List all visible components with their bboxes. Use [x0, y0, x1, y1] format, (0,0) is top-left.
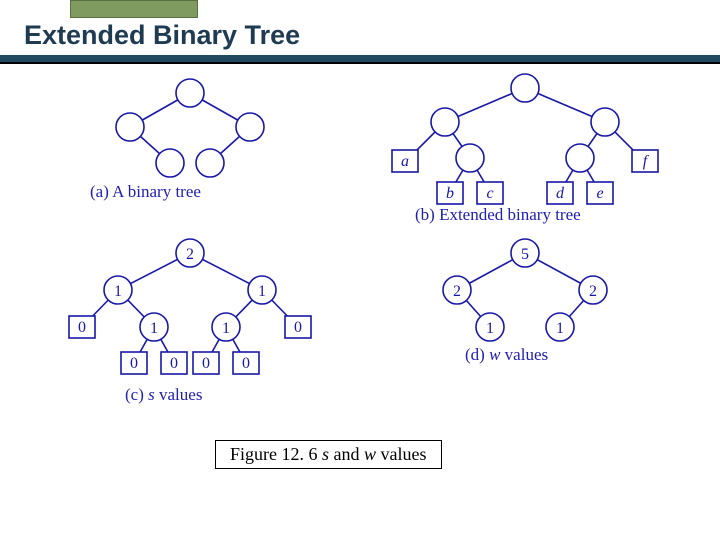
c-l1-1: 1 — [258, 283, 266, 300]
leaf-d: d — [556, 185, 565, 202]
d-l2-0: 1 — [486, 320, 494, 337]
c-l3-3: 0 — [242, 355, 250, 372]
content-area: (a) A binary tree — [0, 70, 720, 540]
header-accent-tab — [70, 0, 198, 18]
panel-b-caption: (b) Extended binary tree — [415, 205, 581, 225]
divider-thin — [0, 62, 720, 64]
d-l1-1: 2 — [589, 283, 597, 300]
d-l2-1: 1 — [556, 320, 564, 337]
divider-thick — [0, 55, 720, 62]
c-l3-0: 0 — [130, 355, 138, 372]
c-l3-2: 0 — [202, 355, 210, 372]
c-l1-0: 1 — [114, 283, 122, 300]
page-title: Extended Binary Tree — [24, 20, 300, 51]
c-l2-0: 0 — [78, 319, 86, 336]
leaf-b: b — [446, 185, 454, 202]
d-l1-0: 2 — [453, 283, 461, 300]
c-l2-3: 0 — [294, 319, 302, 336]
leaf-e: e — [596, 185, 603, 202]
c-l2-2: 1 — [222, 320, 230, 337]
panel-c-tree: 2 1 1 0 1 1 0 0 0 0 0 — [40, 235, 340, 410]
c-l2-1: 1 — [150, 320, 158, 337]
panel-b-tree: a b c d e f — [370, 70, 680, 210]
figure-caption: Figure 12. 6 s and w values — [215, 440, 442, 469]
panel-a-caption: (a) A binary tree — [90, 182, 201, 202]
c-l3-1: 0 — [170, 355, 178, 372]
d-root: 5 — [521, 246, 529, 263]
slide-header: Extended Binary Tree — [0, 0, 720, 60]
leaf-a: a — [401, 153, 409, 170]
c-root: 2 — [186, 246, 194, 263]
leaf-c: c — [486, 185, 493, 202]
panel-a-tree-overlay — [55, 75, 325, 185]
panel-d-caption: (d) w values — [465, 345, 548, 365]
panel-d-tree: 5 2 2 1 1 — [395, 235, 655, 355]
panel-c-caption: (c) s values — [125, 385, 202, 405]
